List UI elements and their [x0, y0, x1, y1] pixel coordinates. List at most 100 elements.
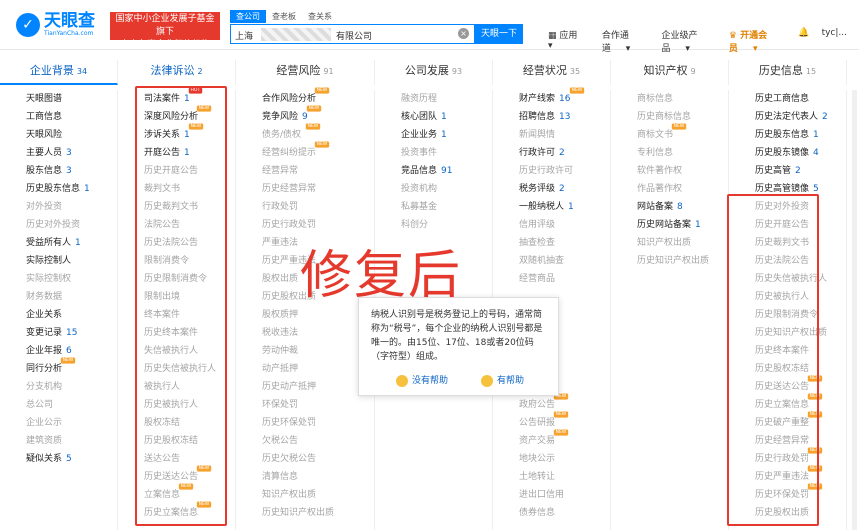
category-item[interactable]: 历史经营异常: [236, 180, 374, 198]
category-item[interactable]: 合作风险分析 NEW: [236, 87, 374, 108]
search-tab-company[interactable]: 查公司: [230, 10, 266, 23]
tab-0[interactable]: 企业背景 34: [0, 60, 118, 85]
category-item[interactable]: 知识产权出质: [611, 234, 728, 252]
category-item[interactable]: 税收违法: [236, 324, 374, 342]
category-item[interactable]: 变更记录 15: [0, 324, 117, 342]
category-item[interactable]: 企业公示: [0, 414, 117, 432]
category-item[interactable]: 股东信息 3: [0, 162, 117, 180]
category-item[interactable]: 行政许可 2: [493, 144, 610, 162]
category-item[interactable]: 历史股东信息 1: [0, 180, 117, 198]
category-item[interactable]: 地块公示: [493, 450, 610, 468]
category-item[interactable]: 融资历程: [375, 90, 492, 108]
category-item[interactable]: 历史股东镜像 4: [729, 144, 846, 162]
category-item[interactable]: 历史商标信息: [611, 108, 728, 126]
tab-2[interactable]: 经营风险 91: [236, 60, 375, 85]
category-item[interactable]: 同行分析 NEW: [0, 357, 117, 378]
search-button[interactable]: 天眼一下: [475, 24, 523, 44]
category-item[interactable]: 债券信息: [493, 504, 610, 522]
category-item[interactable]: 抽查检查: [493, 234, 610, 252]
category-item[interactable]: 经营纠纷提示 NEW: [236, 141, 374, 162]
category-item[interactable]: 建筑资质: [0, 432, 117, 450]
category-item[interactable]: 历史行政处罚: [236, 216, 374, 234]
category-item[interactable]: 债务/债权 NEW: [236, 123, 374, 144]
helpful-button[interactable]: 有帮助: [481, 374, 524, 388]
category-item[interactable]: 新闻舆情: [493, 126, 610, 144]
no-help-button[interactable]: 没有帮助: [396, 374, 448, 388]
category-item[interactable]: 实际控制人: [0, 252, 117, 270]
category-item[interactable]: 历史知识产权出质: [611, 252, 728, 270]
nav-apps[interactable]: ▦ 应用 ▾: [548, 28, 590, 54]
category-item[interactable]: 历史动产抵押: [236, 378, 374, 396]
category-item[interactable]: 实际控制权: [0, 270, 117, 288]
category-item[interactable]: 总公司: [0, 396, 117, 414]
nav-vip[interactable]: ♛ 开通会员 ▾: [729, 28, 786, 54]
category-item[interactable]: 专利信息: [611, 144, 728, 162]
category-item[interactable]: 财务数据: [0, 288, 117, 306]
category-item[interactable]: 天眼风险: [0, 126, 117, 144]
category-item[interactable]: 历史行政许可: [493, 162, 610, 180]
category-item[interactable]: 一般纳税人 1: [493, 198, 610, 216]
category-item[interactable]: 受益所有人 1: [0, 234, 117, 252]
category-item[interactable]: 信用评级: [493, 216, 610, 234]
category-item[interactable]: 企业业务 1: [375, 126, 492, 144]
tab-3[interactable]: 公司发展 93: [375, 60, 493, 85]
category-item[interactable]: 历史网站备案 1: [611, 216, 728, 234]
category-item[interactable]: 历史知识产权出质: [236, 504, 374, 522]
category-item[interactable]: 公告研报 NEW: [493, 411, 610, 432]
clear-icon[interactable]: ×: [458, 28, 469, 39]
category-item[interactable]: 对外投资: [0, 198, 117, 216]
logo[interactable]: ✓ 天眼查 TianYanCha.com: [16, 12, 95, 37]
category-item[interactable]: 经营商品: [493, 270, 610, 288]
search-input[interactable]: 上海 有限公司: [230, 24, 475, 44]
category-item[interactable]: 环保处罚: [236, 396, 374, 414]
category-item[interactable]: 历史对外投资: [0, 216, 117, 234]
category-item[interactable]: 企业年报 6: [0, 342, 117, 360]
category-item[interactable]: 财产线索 16 NEW: [493, 87, 610, 108]
category-item[interactable]: 疑似关系 5: [0, 450, 117, 468]
category-item[interactable]: 动产抵押: [236, 360, 374, 378]
category-item[interactable]: 劳动仲裁: [236, 342, 374, 360]
category-item[interactable]: 政府公告 NEW: [493, 393, 610, 414]
tab-4[interactable]: 经营状况 35: [493, 60, 611, 85]
category-item[interactable]: 股权质押: [236, 306, 374, 324]
search-tab-boss[interactable]: 查老板: [266, 10, 302, 23]
category-item[interactable]: 历史工商信息: [729, 90, 846, 108]
category-item[interactable]: 资产交易 NEW: [493, 429, 610, 450]
tab-6[interactable]: 历史信息 15: [729, 60, 847, 85]
category-item[interactable]: 分支机构: [0, 378, 117, 396]
category-item[interactable]: 双随机抽查: [493, 252, 610, 270]
category-item[interactable]: 经营异常: [236, 162, 374, 180]
category-item[interactable]: 天眼图谱: [0, 90, 117, 108]
category-item[interactable]: 历史欠税公告: [236, 450, 374, 468]
category-item[interactable]: 投资事件: [375, 144, 492, 162]
category-item[interactable]: 工商信息: [0, 108, 117, 126]
category-item[interactable]: 行政处罚: [236, 198, 374, 216]
nav-user[interactable]: tyc|...: [822, 28, 847, 54]
category-item[interactable]: 历史法定代表人 2: [729, 108, 846, 126]
category-item[interactable]: 作品著作权: [611, 180, 728, 198]
category-item[interactable]: 科创分: [375, 216, 492, 234]
tab-1[interactable]: 法律诉讼 2: [118, 60, 236, 85]
bell-icon[interactable]: 🔔: [798, 28, 809, 54]
category-item[interactable]: 历史高管 2: [729, 162, 846, 180]
category-item[interactable]: 税务评级 2: [493, 180, 610, 198]
category-item[interactable]: 商标信息: [611, 90, 728, 108]
category-item[interactable]: 软件著作权: [611, 162, 728, 180]
category-item[interactable]: 历史环保处罚: [236, 414, 374, 432]
category-item[interactable]: 进出口信用: [493, 486, 610, 504]
category-item[interactable]: 网站备案 8: [611, 198, 728, 216]
nav-partner[interactable]: 合作通道 ▾: [602, 28, 650, 54]
tab-5[interactable]: 知识产权 9: [611, 60, 729, 85]
category-item[interactable]: 私募基金: [375, 198, 492, 216]
search-tab-relation[interactable]: 查关系: [302, 10, 338, 23]
scrollbar[interactable]: [852, 90, 857, 530]
category-item[interactable]: 欠税公告: [236, 432, 374, 450]
category-item[interactable]: 投资机构: [375, 180, 492, 198]
category-item[interactable]: 企业关系: [0, 306, 117, 324]
category-item[interactable]: 历史股东信息 1: [729, 126, 846, 144]
category-item[interactable]: 核心团队 1: [375, 108, 492, 126]
category-item[interactable]: 竞品信息 91: [375, 162, 492, 180]
category-item[interactable]: 知识产权出质: [236, 486, 374, 504]
category-item[interactable]: 商标文书 NEW: [611, 123, 728, 144]
category-item[interactable]: 招聘信息 13: [493, 108, 610, 126]
